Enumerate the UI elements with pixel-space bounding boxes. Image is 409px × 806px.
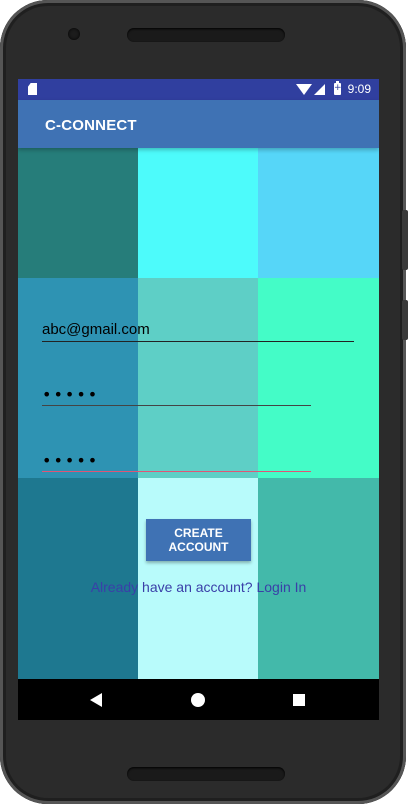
front-camera: [68, 28, 80, 40]
color-grid-background: CREATE ACCOUNT Already have an account? …: [18, 148, 379, 679]
app-screen: 9:09 C-CONNECT CREATE ACCOUNT Already ha…: [18, 79, 379, 720]
home-icon[interactable]: [191, 693, 205, 707]
navigation-bar: [18, 679, 379, 720]
cell-signal-icon: [314, 84, 325, 95]
color-tile: [258, 278, 379, 478]
color-tile: [138, 278, 258, 478]
color-tile: [18, 148, 138, 278]
top-speaker: [127, 28, 285, 42]
create-account-button[interactable]: CREATE ACCOUNT: [146, 519, 251, 561]
color-tile: [138, 148, 258, 278]
login-prompt: Already have an account? Login In: [18, 579, 379, 595]
wifi-icon: [296, 84, 312, 95]
recents-icon[interactable]: [293, 694, 305, 706]
login-prompt-text: Already have an account?: [90, 579, 257, 595]
power-button: [402, 300, 408, 340]
volume-button: [402, 210, 408, 270]
color-tile: [258, 148, 379, 278]
email-field[interactable]: [42, 317, 354, 342]
back-icon[interactable]: [90, 693, 102, 707]
battery-icon: [334, 81, 341, 95]
phone-frame: 9:09 C-CONNECT CREATE ACCOUNT Already ha…: [0, 0, 408, 804]
status-bar: 9:09: [18, 79, 379, 100]
sd-card-icon: [28, 83, 37, 95]
color-tile: [18, 278, 138, 478]
bottom-speaker: [127, 767, 285, 781]
confirm-password-field[interactable]: [42, 449, 311, 472]
app-bar: C-CONNECT: [18, 100, 379, 148]
login-link[interactable]: Login In: [256, 579, 306, 595]
password-field[interactable]: [42, 383, 311, 406]
app-title: C-CONNECT: [45, 117, 137, 134]
status-time: 9:09: [347, 82, 371, 96]
